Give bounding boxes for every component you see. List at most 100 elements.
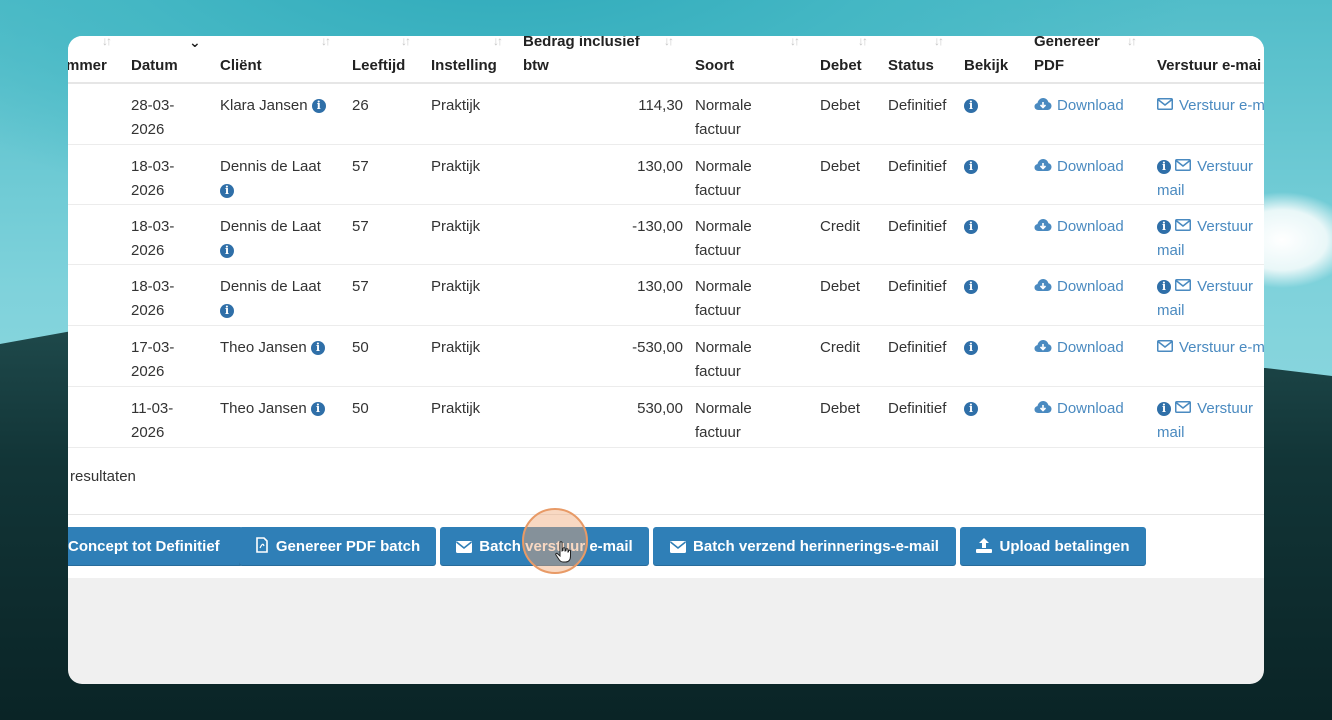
status-cell: Definitief: [888, 97, 947, 114]
client-name: Theo Jansen: [220, 400, 307, 417]
sort-icon[interactable]: ↓↑: [858, 36, 868, 48]
info-icon[interactable]: i: [220, 244, 234, 258]
debet-cell: Debet: [820, 158, 861, 175]
client-name: Klara Jansen: [220, 97, 308, 114]
concept-to-definitive-button[interactable]: Concept tot Definitief: [68, 527, 243, 566]
date-line1: 18-03-: [131, 158, 175, 175]
col-header-status[interactable]: Status: [888, 54, 934, 78]
download-link[interactable]: Download: [1034, 275, 1124, 299]
send-email-link-label-line2: mail: [1157, 182, 1185, 199]
batch-reminder-email-button[interactable]: Batch verzend herinnerings-e-mail: [653, 527, 956, 566]
amount-cell: -530,00: [632, 339, 683, 356]
info-icon[interactable]: i: [310, 402, 325, 416]
client-name: Dennis de Laat: [220, 158, 321, 175]
client-cell: Klara Jansen i: [220, 94, 326, 118]
status-cell: Definitief: [888, 339, 947, 356]
col-header-genereer: Genereer: [1034, 36, 1100, 50]
download-link[interactable]: Download: [1034, 215, 1124, 239]
send-email-link[interactable]: i Verstuur mail: [1157, 397, 1264, 445]
age-cell: 50: [352, 400, 369, 417]
send-email-link[interactable]: Verstuur e-m: [1157, 94, 1264, 118]
send-email-link[interactable]: i Verstuur mail: [1157, 215, 1264, 263]
info-icon[interactable]: i: [964, 402, 978, 416]
type-line1: Normale: [695, 218, 752, 235]
type-line1: Normale: [695, 400, 752, 417]
debet-cell: Credit: [820, 339, 861, 356]
send-email-link[interactable]: i Verstuur mail: [1157, 155, 1264, 203]
col-header-leeftijd[interactable]: Leeftijd: [352, 54, 405, 78]
amount-cell: 530,00: [637, 400, 683, 417]
cloud-download-icon: [1034, 159, 1052, 171]
col-header-bedrag-line2[interactable]: btw: [523, 54, 549, 78]
info-icon[interactable]: i: [964, 280, 978, 294]
type-cell: Normale factuur: [695, 397, 752, 445]
sort-icon[interactable]: ↓↑: [664, 36, 674, 48]
col-header-instelling[interactable]: Instelling: [431, 54, 497, 78]
download-label: Download: [1057, 278, 1124, 295]
sort-icon[interactable]: ↓↑: [934, 36, 944, 48]
info-icon[interactable]: i: [220, 184, 234, 198]
date-cell: 18-03- 2026: [131, 275, 174, 323]
cloud-download-icon: [1034, 219, 1052, 231]
date-cell: 17-03- 2026: [131, 336, 174, 384]
amount-cell: 130,00: [637, 158, 683, 175]
type-cell: Normale factuur: [695, 336, 752, 384]
send-email-link[interactable]: Verstuur e-m: [1157, 336, 1264, 360]
sort-icon[interactable]: ↓↑: [321, 36, 331, 48]
type-line1: Normale: [695, 339, 752, 356]
info-icon[interactable]: i: [1157, 220, 1171, 234]
col-header-bedrag[interactable]: Bedrag inclusief: [523, 36, 640, 54]
debet-cell: Credit: [820, 218, 861, 235]
upload-icon: [976, 529, 993, 568]
table-row: 18-03- 2026 Dennis de Laat i 57 Praktijk 130,0…: [68, 145, 1264, 205]
type-cell: Normale factuur: [695, 155, 752, 203]
status-cell: Definitief: [888, 158, 947, 175]
download-link[interactable]: Download: [1034, 155, 1124, 179]
col-header-verstuur: Verstuur e-mai: [1157, 57, 1262, 74]
info-icon[interactable]: i: [964, 160, 978, 174]
col-header-datum[interactable]: Datum: [131, 54, 178, 78]
generate-pdf-batch-button[interactable]: Genereer PDF batch: [239, 527, 436, 566]
download-link[interactable]: Download: [1034, 336, 1124, 360]
cloud-download-icon: [1034, 340, 1052, 352]
client-name: Dennis de Laat: [220, 278, 321, 295]
sort-icon[interactable]: ↓↑: [1127, 36, 1137, 48]
table-row: 18-03- 2026 Dennis de Laat i 57 Praktijk -130,…: [68, 205, 1264, 265]
sort-icon[interactable]: ↓↑: [102, 36, 112, 48]
col-header-debet[interactable]: Debet: [820, 54, 862, 78]
info-icon[interactable]: i: [220, 304, 234, 318]
col-header-soort[interactable]: Soort: [695, 54, 734, 78]
info-icon[interactable]: i: [964, 99, 978, 113]
date-line1: 17-03-: [131, 339, 175, 356]
envelope-icon: [1175, 279, 1192, 291]
info-icon[interactable]: i: [311, 99, 326, 113]
type-line2: factuur: [695, 182, 741, 199]
info-icon[interactable]: i: [964, 341, 978, 355]
info-icon[interactable]: i: [964, 220, 978, 234]
info-icon[interactable]: i: [1157, 280, 1171, 294]
col-header-bekijk: Bekijk: [964, 57, 1009, 74]
send-email-link[interactable]: i Verstuur mail: [1157, 275, 1264, 323]
footer-divider: [68, 514, 1264, 515]
col-header-client[interactable]: Cliënt: [220, 54, 262, 78]
age-cell: 57: [352, 278, 369, 295]
sort-desc-icon[interactable]: ⌄: [189, 36, 201, 51]
date-line2: 2026: [131, 121, 165, 138]
client-cell: Theo Jansen i: [220, 397, 325, 421]
info-icon[interactable]: i: [310, 341, 325, 355]
sort-icon[interactable]: ↓↑: [493, 36, 503, 48]
view-cell: i: [964, 215, 978, 239]
download-link[interactable]: Download: [1034, 397, 1124, 421]
client-cell: Theo Jansen i: [220, 336, 325, 360]
app-window: ↓↑ mmer ⌄ Datum ↓↑ Cliënt ↓↑ Leeftijd ↓↑…: [68, 36, 1264, 684]
col-header-nummer[interactable]: mmer: [68, 54, 107, 78]
download-link[interactable]: Download: [1034, 94, 1124, 118]
sort-icon[interactable]: ↓↑: [401, 36, 411, 48]
info-icon[interactable]: i: [1157, 160, 1171, 174]
type-line2: factuur: [695, 363, 741, 380]
upload-payments-button[interactable]: Upload betalingen: [960, 527, 1146, 566]
row-divider: [68, 447, 1264, 448]
batch-reminder-email-label: Batch verzend herinnerings-e-mail: [693, 538, 939, 555]
sort-icon[interactable]: ↓↑: [790, 36, 800, 48]
info-icon[interactable]: i: [1157, 402, 1171, 416]
